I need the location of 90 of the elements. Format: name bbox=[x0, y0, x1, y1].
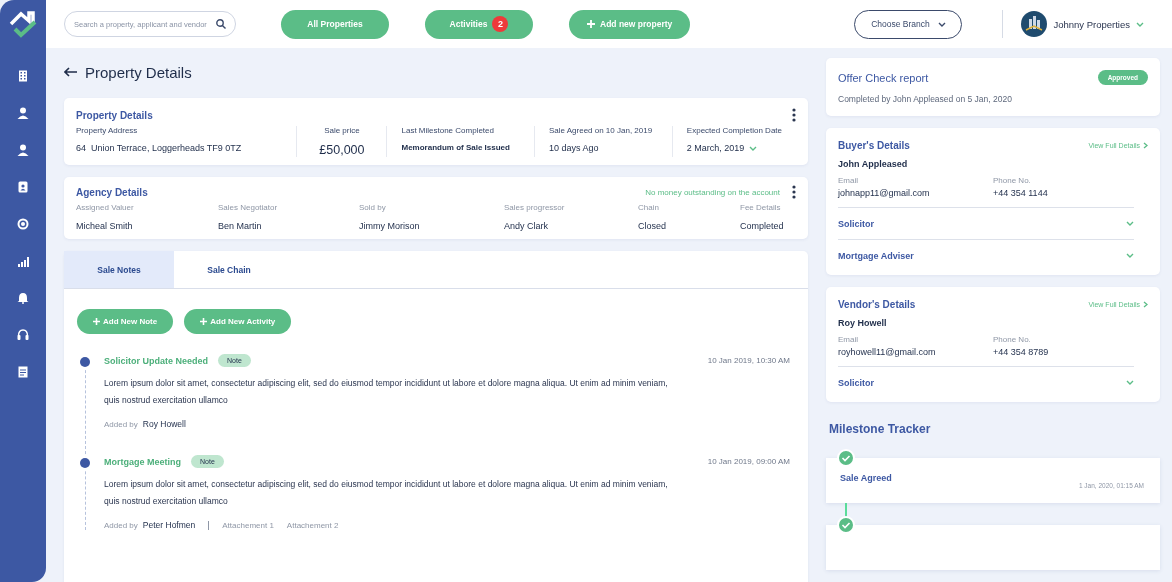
field-value: Ben Martin bbox=[218, 221, 263, 231]
note-time: 10 Jan 2019, 09:00 AM bbox=[707, 457, 790, 466]
field-value: Completed bbox=[740, 221, 785, 231]
field-value: Jimmy Morison bbox=[359, 221, 421, 231]
note-title[interactable]: Solicitor Update Needed bbox=[104, 355, 209, 366]
completion-note: Completed by John Appleased on 5 Jan, 2020 bbox=[838, 94, 1013, 104]
field-value: 64 Union Terrace, Loggerheads TF9 0TZ bbox=[76, 143, 242, 153]
card-title: Property Details bbox=[76, 109, 153, 121]
attachment-link[interactable]: Attachement 2 bbox=[286, 520, 339, 530]
field-value: Andy Clark bbox=[504, 221, 549, 231]
chevron-right-icon bbox=[1143, 301, 1148, 308]
field-value: royhowell11@gmail.com bbox=[838, 347, 937, 357]
activities-button[interactable]: Activities 2 bbox=[425, 9, 533, 39]
plus-icon bbox=[93, 318, 100, 325]
account-notice: No money outstanding on the account bbox=[645, 187, 780, 197]
chevron-down-icon bbox=[1136, 21, 1144, 27]
plus-icon bbox=[200, 318, 208, 325]
attachment-link[interactable]: Attachement 1 bbox=[222, 520, 274, 530]
field-value: 10 days Ago bbox=[548, 143, 599, 153]
user-icon[interactable] bbox=[17, 143, 29, 157]
milestone-name: Sale Agreed bbox=[840, 472, 892, 483]
card-title: Agency Details bbox=[76, 186, 148, 198]
accordion-row[interactable]: Solicitor bbox=[838, 366, 1134, 398]
document-icon[interactable] bbox=[17, 365, 29, 379]
field-label: Chain bbox=[638, 203, 660, 212]
author-name: Roy Howell bbox=[142, 419, 186, 429]
search-icon bbox=[216, 19, 226, 29]
field-label: Sale price bbox=[324, 126, 360, 135]
back-arrow-icon[interactable] bbox=[64, 67, 77, 77]
field-value: Memorandum of Sale Issued bbox=[401, 143, 510, 152]
field-value: johnapp11@gmail.com bbox=[838, 188, 931, 198]
card-title: Vendor's Details bbox=[838, 299, 916, 310]
field-value: +44 354 1144 bbox=[993, 188, 1049, 198]
add-property-button[interactable]: Add new property bbox=[569, 9, 691, 39]
section-title: Milestone Tracker bbox=[829, 422, 932, 436]
house-check-logo-icon[interactable] bbox=[9, 10, 37, 40]
added-by-label: Added by bbox=[104, 520, 138, 530]
author-name: Peter Hofmen bbox=[142, 520, 196, 530]
chevron-right-icon bbox=[1143, 142, 1148, 149]
note-title[interactable]: Mortgage Meeting bbox=[104, 456, 181, 467]
note-text: Lorem ipsum dolor sit amet, consectetur adipiscing elit, sed do eiusmod tempor incididunt ut labore et dolore magna aliqua. Ut enim ad minim veniam, quis nostrud exercitation ullamco bbox=[104, 377, 669, 407]
field-value: 2 March, 2019 bbox=[686, 143, 745, 153]
more-options-icon[interactable] bbox=[792, 108, 796, 122]
timeline-dot bbox=[80, 357, 90, 367]
tab[interactable]: Sale Notes bbox=[64, 251, 174, 288]
headset-icon[interactable] bbox=[17, 328, 29, 342]
field-label: Email bbox=[838, 335, 859, 344]
all-properties-button[interactable]: All Properties bbox=[281, 9, 389, 39]
field-label: Property Address bbox=[76, 126, 139, 135]
field-label: Assigned Valuer bbox=[76, 203, 135, 212]
branch-dropdown[interactable]: Choose Branch bbox=[854, 9, 963, 39]
contact-name: John Appleased bbox=[838, 159, 909, 169]
bell-icon[interactable] bbox=[17, 291, 29, 305]
user-icon[interactable] bbox=[17, 106, 29, 120]
add-button[interactable]: Add New Activity bbox=[184, 309, 292, 334]
field-label: Fee Details bbox=[740, 203, 782, 212]
contact-card-icon[interactable] bbox=[17, 180, 29, 194]
add-button[interactable]: Add New Note bbox=[77, 309, 174, 334]
field-value: Closed bbox=[638, 221, 667, 231]
field-label: Sale Agreed on 10 Jan, 2019 bbox=[548, 126, 654, 135]
note-time: 10 Jan 2019, 10:30 AM bbox=[707, 356, 790, 365]
field-label: Phone No. bbox=[993, 176, 1032, 185]
field-label: Last Milestone Completed bbox=[401, 126, 495, 135]
account-name[interactable]: Johnny Properties bbox=[1053, 18, 1130, 30]
chevron-down-icon bbox=[937, 21, 946, 27]
field-value: Micheal Smith bbox=[76, 221, 134, 231]
company-avatar-icon[interactable] bbox=[1021, 11, 1048, 37]
field-label: Sold by bbox=[359, 203, 387, 212]
field-label: Email bbox=[838, 176, 859, 185]
building-icon[interactable] bbox=[17, 69, 29, 83]
card-title: Offer Check report bbox=[838, 71, 929, 84]
page-title: Property Details bbox=[85, 63, 192, 81]
accordion-row[interactable]: Mortgage Adviser bbox=[838, 239, 1134, 271]
more-options-icon[interactable] bbox=[792, 185, 796, 199]
timeline-dot bbox=[80, 458, 90, 468]
note-text: Lorem ipsum dolor sit amet, consectetur adipiscing elit, sed do eiusmod tempor incididunt ut labore et dolore magna aliqua. Ut enim ad minim veniam, quis nostrud exercitation ullamco bbox=[104, 478, 669, 508]
added-by-label: Added by bbox=[104, 419, 138, 429]
field-label: Sales progressor bbox=[504, 203, 566, 212]
field-value: +44 354 8789 bbox=[993, 347, 1050, 357]
contact-name: Roy Howell bbox=[838, 318, 888, 328]
card-title: Buyer's Details bbox=[838, 140, 910, 151]
count-badge: 2 bbox=[492, 16, 509, 32]
field-label: Sales Negotiator bbox=[218, 203, 279, 212]
accordion-row[interactable]: Solicitor bbox=[838, 207, 1134, 239]
plus-icon bbox=[587, 20, 595, 28]
target-icon[interactable] bbox=[17, 217, 29, 231]
chart-icon[interactable] bbox=[17, 254, 29, 268]
field-value: £50,000 bbox=[319, 143, 365, 157]
field-label: Expected Completion Date bbox=[686, 126, 782, 135]
field-label: Phone No. bbox=[993, 335, 1032, 344]
